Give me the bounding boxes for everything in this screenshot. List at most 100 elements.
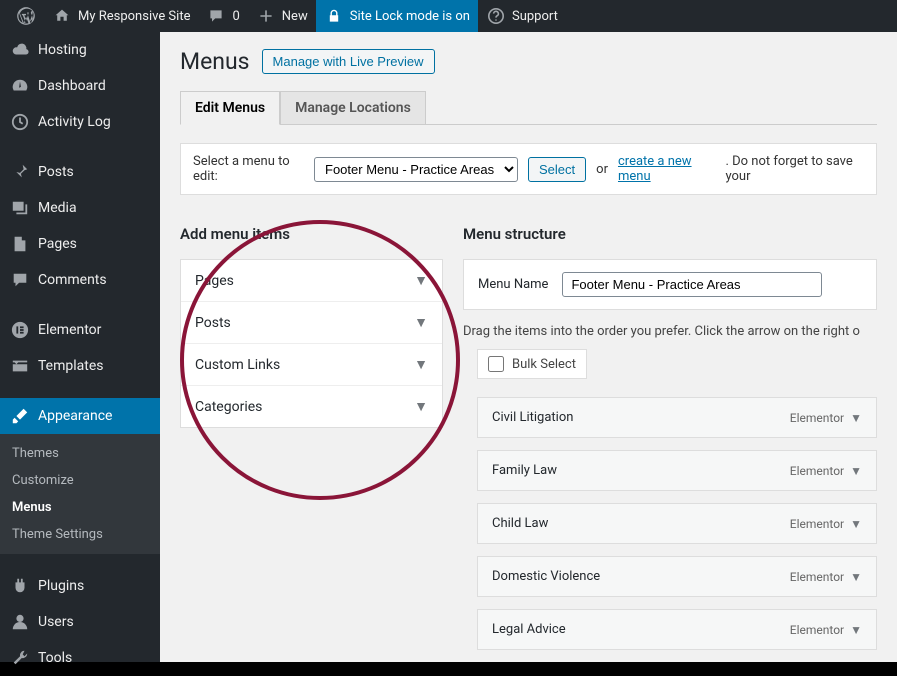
sidebar-item-posts[interactable]: Posts xyxy=(0,154,160,190)
sidebar-label: Posts xyxy=(38,164,74,180)
accordion-label: Categories xyxy=(195,399,262,415)
clock-icon xyxy=(10,112,30,132)
menu-name-row: Menu Name xyxy=(463,259,877,310)
user-icon xyxy=(10,612,30,632)
cloud-icon xyxy=(10,40,30,60)
page-title: Menus xyxy=(180,48,250,75)
menu-item-type: Elementor▼ xyxy=(790,623,862,637)
appearance-submenu: Themes Customize Menus Theme Settings xyxy=(0,434,160,554)
tabs: Edit Menus Manage Locations xyxy=(180,91,877,125)
live-preview-button[interactable]: Manage with Live Preview xyxy=(262,49,435,74)
accordion-label: Pages xyxy=(195,273,234,289)
menu-item-title: Family Law xyxy=(492,463,557,478)
sidebar-label: Comments xyxy=(38,272,107,288)
select-button[interactable]: Select xyxy=(528,157,586,182)
sidebar-label: Users xyxy=(38,614,74,630)
accordion-pages[interactable]: Pages ▼ xyxy=(181,260,442,301)
menu-select-bar: Select a menu to edit: Footer Menu - Pra… xyxy=(180,143,877,195)
bulk-select-label: Bulk Select xyxy=(512,357,576,372)
caret-down-icon[interactable]: ▼ xyxy=(850,570,862,584)
sidebar-label: Appearance xyxy=(38,408,112,424)
select-label: Select a menu to edit: xyxy=(193,154,304,184)
wordpress-icon xyxy=(16,6,36,26)
add-menu-items-panel: Add menu items Pages▼ Posts▼ Custom Link… xyxy=(180,225,443,662)
menu-item-row[interactable]: Child LawElementor▼ xyxy=(477,503,877,544)
menu-select[interactable]: Footer Menu - Practice Areas xyxy=(314,157,518,182)
or-text: or xyxy=(596,162,608,177)
brush-icon xyxy=(10,406,30,426)
sidebar-label: Elementor xyxy=(38,322,101,338)
page-heading-row: Menus Manage with Live Preview xyxy=(180,48,877,75)
sidebar-label: Dashboard xyxy=(38,78,106,94)
sidebar-item-activity-log[interactable]: Activity Log xyxy=(0,104,160,140)
caret-down-icon[interactable]: ▼ xyxy=(850,411,862,425)
site-name-link[interactable]: My Responsive Site xyxy=(44,0,198,32)
sidebar-item-elementor[interactable]: Elementor xyxy=(0,312,160,348)
caret-down-icon: ▼ xyxy=(414,356,428,373)
wp-logo[interactable] xyxy=(8,0,44,32)
submenu-menus[interactable]: Menus xyxy=(0,494,160,521)
menu-item-type: Elementor▼ xyxy=(790,411,862,425)
sidebar-item-pages[interactable]: Pages xyxy=(0,226,160,262)
bulk-select-checkbox[interactable] xyxy=(488,356,504,372)
add-items-heading: Add menu items xyxy=(180,225,443,243)
menu-item-row[interactable]: Civil LitigationElementor▼ xyxy=(477,397,877,438)
accordion-categories[interactable]: Categories▼ xyxy=(181,386,442,427)
menu-item-row[interactable]: Family LawElementor▼ xyxy=(477,450,877,491)
comments-count: 0 xyxy=(232,9,239,24)
menu-name-input[interactable] xyxy=(562,272,822,297)
new-link[interactable]: New xyxy=(248,0,316,32)
accordion-label: Posts xyxy=(195,315,231,331)
sidebar-item-templates[interactable]: Templates xyxy=(0,348,160,384)
sidebar-item-dashboard[interactable]: Dashboard xyxy=(0,68,160,104)
plus-icon xyxy=(256,6,276,26)
menu-structure-heading: Menu structure xyxy=(463,225,877,243)
caret-down-icon: ▼ xyxy=(414,272,428,289)
bulk-select[interactable]: Bulk Select xyxy=(477,349,587,379)
plug-icon xyxy=(10,576,30,596)
menu-item-row[interactable]: Domestic ViolenceElementor▼ xyxy=(477,556,877,597)
pages-icon xyxy=(10,234,30,254)
submenu-theme-settings[interactable]: Theme Settings xyxy=(0,521,160,548)
elementor-icon xyxy=(10,320,30,340)
sidebar-item-users[interactable]: Users xyxy=(0,604,160,640)
accordion-posts[interactable]: Posts▼ xyxy=(181,302,442,343)
save-hint: . Do not forget to save your xyxy=(725,154,864,184)
support-label: Support xyxy=(512,9,558,24)
tab-edit-menus[interactable]: Edit Menus xyxy=(180,91,280,125)
caret-down-icon[interactable]: ▼ xyxy=(850,517,862,531)
sidebar-label: Media xyxy=(38,200,77,216)
comments-link[interactable]: 0 xyxy=(198,0,247,32)
app-frame: My Responsive Site 0 New Site Lock mode … xyxy=(0,0,897,662)
site-lock-label: Site Lock mode is on xyxy=(350,9,470,24)
create-new-menu-link[interactable]: create a new menu xyxy=(618,154,715,184)
sidebar-item-media[interactable]: Media xyxy=(0,190,160,226)
accordion-label: Custom Links xyxy=(195,357,280,373)
menu-name-label: Menu Name xyxy=(478,277,548,292)
sidebar-item-appearance[interactable]: Appearance xyxy=(0,398,160,434)
gauge-icon xyxy=(10,76,30,96)
site-lock-notice[interactable]: Site Lock mode is on xyxy=(316,0,478,32)
pin-icon xyxy=(10,162,30,182)
submenu-themes[interactable]: Themes xyxy=(0,440,160,467)
sidebar-item-hosting[interactable]: Hosting xyxy=(0,32,160,68)
caret-down-icon[interactable]: ▼ xyxy=(850,623,862,637)
submenu-customize[interactable]: Customize xyxy=(0,467,160,494)
menu-item-row[interactable]: Legal Advice Elementor▼ xyxy=(477,609,877,650)
accordion-custom-links[interactable]: Custom Links ▼ xyxy=(181,344,442,385)
sidebar-item-comments[interactable]: Comments xyxy=(0,262,160,298)
menu-item-title: Legal Advice xyxy=(492,622,566,637)
sidebar-label: Plugins xyxy=(38,578,84,594)
site-name-label: My Responsive Site xyxy=(78,9,190,24)
media-icon xyxy=(10,198,30,218)
main-content: Menus Manage with Live Preview Edit Menu… xyxy=(160,32,897,662)
tab-manage-locations[interactable]: Manage Locations xyxy=(280,91,426,124)
sidebar-label: Pages xyxy=(38,236,77,252)
sidebar-item-plugins[interactable]: Plugins xyxy=(0,568,160,604)
admin-bar: My Responsive Site 0 New Site Lock mode … xyxy=(0,0,897,32)
sidebar-item-tools[interactable]: Tools xyxy=(0,640,160,676)
caret-down-icon[interactable]: ▼ xyxy=(850,464,862,478)
add-items-accordion: Pages ▼ Posts▼ Custom Links ▼ Categories▼ xyxy=(180,259,443,428)
support-link[interactable]: Support xyxy=(478,0,566,32)
menu-items-list: Civil LitigationElementor▼ Family LawEle… xyxy=(477,397,877,650)
